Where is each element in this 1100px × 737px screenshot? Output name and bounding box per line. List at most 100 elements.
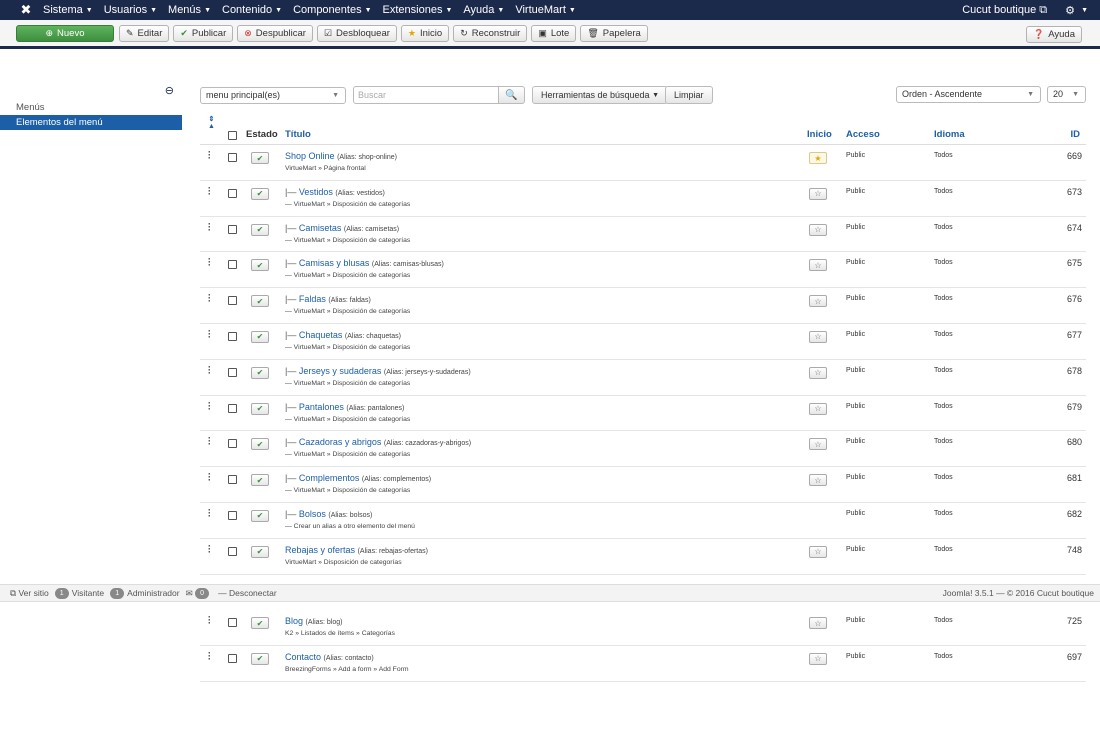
- edit-button[interactable]: ✎ Editar: [119, 24, 170, 42]
- rebuild-button[interactable]: ↻ Reconstruir: [453, 24, 528, 42]
- search-input[interactable]: [353, 86, 499, 104]
- header-id[interactable]: ID: [1071, 129, 1081, 140]
- nav-menu-item[interactable]: Ayuda ▼: [463, 4, 504, 16]
- row-checkbox[interactable]: [228, 403, 237, 413]
- drag-handle-icon[interactable]: · · ·: [208, 470, 211, 485]
- set-home-star-icon[interactable]: ☆: [809, 366, 827, 379]
- published-status-button[interactable]: ✔: [251, 438, 269, 451]
- menu-select[interactable]: menu principal(es) ▼: [200, 87, 346, 104]
- row-checkbox[interactable]: [228, 439, 237, 449]
- header-access[interactable]: Acceso: [846, 129, 880, 140]
- row-checkbox[interactable]: [228, 475, 237, 485]
- item-title-link[interactable]: Chaquetas: [299, 330, 343, 340]
- row-checkbox[interactable]: [228, 260, 237, 270]
- order-select[interactable]: Orden - Ascendente ▼: [896, 86, 1041, 103]
- drag-handle-icon[interactable]: · · ·: [208, 505, 211, 520]
- drag-handle-icon[interactable]: · · ·: [208, 183, 211, 198]
- item-title-link[interactable]: Shop Online: [285, 151, 335, 161]
- messages-link[interactable]: ✉ 0: [186, 587, 213, 599]
- publish-button[interactable]: ✔ Publicar: [173, 24, 234, 42]
- logout-link[interactable]: — Desconectar: [218, 588, 277, 598]
- published-status-button[interactable]: ✔: [251, 509, 269, 522]
- drag-handle-icon[interactable]: · · ·: [208, 148, 211, 163]
- published-status-button[interactable]: ✔: [251, 545, 269, 558]
- item-title-link[interactable]: Camisas y blusas: [299, 258, 370, 268]
- row-checkbox[interactable]: [228, 653, 237, 663]
- published-status-button[interactable]: ✔: [251, 259, 269, 272]
- published-status-button[interactable]: ✔: [251, 330, 269, 343]
- published-status-button[interactable]: ✔: [251, 617, 269, 629]
- row-checkbox[interactable]: [228, 331, 237, 341]
- nav-menu-item[interactable]: Sistema ▼: [43, 4, 93, 16]
- drag-handle-icon[interactable]: · · ·: [208, 362, 211, 377]
- drag-handle-icon[interactable]: · · ·: [208, 398, 211, 413]
- view-site-link[interactable]: ⧉ Ver sitio: [10, 588, 49, 599]
- nav-menu-item[interactable]: Usuarios ▼: [104, 4, 157, 16]
- row-checkbox[interactable]: [228, 618, 237, 627]
- published-status-button[interactable]: ✔: [251, 187, 269, 200]
- site-name-link[interactable]: Cucut boutique ⧉: [962, 4, 1047, 17]
- joomla-logo-icon[interactable]: ✖: [15, 2, 37, 18]
- limit-select[interactable]: 20 ▼: [1047, 86, 1086, 103]
- set-home-star-icon[interactable]: ☆: [809, 402, 827, 415]
- item-title-link[interactable]: Vestidos: [299, 187, 333, 197]
- drag-handle-icon[interactable]: · · ·: [208, 648, 211, 663]
- header-language[interactable]: Idioma: [934, 129, 965, 140]
- set-home-star-icon[interactable]: ☆: [809, 295, 827, 308]
- drag-handle-icon[interactable]: · · ·: [208, 291, 211, 306]
- default-home-star-icon[interactable]: ★: [809, 152, 827, 164]
- published-status-button[interactable]: ✔: [251, 223, 269, 236]
- set-home-star-icon[interactable]: ☆: [809, 259, 827, 272]
- set-home-star-icon[interactable]: ☆: [809, 438, 827, 451]
- drag-handle-icon[interactable]: · · ·: [208, 326, 211, 341]
- search-tools-button[interactable]: Herramientas de búsqueda ▼: [532, 86, 669, 104]
- item-title-link[interactable]: Pantalones: [299, 402, 344, 412]
- row-checkbox[interactable]: [228, 546, 237, 556]
- row-checkbox[interactable]: [228, 188, 237, 198]
- nav-menu-item[interactable]: Componentes ▼: [293, 4, 371, 16]
- check-all-checkbox[interactable]: [228, 131, 237, 140]
- item-title-link[interactable]: Cazadoras y abrigos: [299, 437, 382, 447]
- item-title-link[interactable]: Camisetas: [299, 223, 342, 233]
- row-checkbox[interactable]: [228, 367, 237, 377]
- search-button[interactable]: 🔍: [498, 86, 525, 104]
- nav-menu-item[interactable]: VirtueMart ▼: [515, 4, 575, 16]
- set-home-star-icon[interactable]: ☆: [809, 187, 827, 200]
- published-status-button[interactable]: ✔: [251, 402, 269, 415]
- published-status-button[interactable]: ✔: [251, 652, 269, 665]
- new-button[interactable]: ⊕ Nuevo: [16, 24, 114, 42]
- set-home-star-icon[interactable]: ☆: [809, 652, 827, 665]
- item-title-link[interactable]: Complementos: [299, 473, 360, 483]
- item-title-link[interactable]: Bolsos: [299, 509, 326, 519]
- item-title-link[interactable]: Blog: [285, 616, 303, 626]
- row-checkbox[interactable]: [228, 296, 237, 306]
- set-home-star-icon[interactable]: ☆: [809, 617, 827, 629]
- published-status-button[interactable]: ✔: [251, 366, 269, 379]
- nav-menu-item[interactable]: Menús ▼: [168, 4, 211, 16]
- drag-handle-icon[interactable]: · · ·: [208, 219, 211, 234]
- drag-handle-icon[interactable]: · · ·: [208, 255, 211, 270]
- header-status[interactable]: Estado: [246, 129, 278, 140]
- collapse-sidebar-icon[interactable]: ⊖: [165, 84, 174, 97]
- published-status-button[interactable]: ✔: [251, 152, 269, 164]
- published-status-button[interactable]: ✔: [251, 474, 269, 487]
- set-home-star-icon[interactable]: ☆: [809, 474, 827, 487]
- nav-menu-item[interactable]: Contenido ▼: [222, 4, 282, 16]
- unpublish-button[interactable]: ⊗ Despublicar: [237, 24, 313, 42]
- gear-icon[interactable]: ⚙ ▼: [1065, 4, 1088, 17]
- row-checkbox[interactable]: [228, 224, 237, 234]
- clear-button[interactable]: Limpiar: [665, 86, 713, 104]
- trash-button[interactable]: 🗑 Papelera: [580, 24, 648, 42]
- header-title[interactable]: Título: [285, 129, 311, 140]
- nav-menu-item[interactable]: Extensiones ▼: [383, 4, 453, 16]
- header-home[interactable]: Inicio: [807, 129, 832, 140]
- batch-button[interactable]: ▣ Lote: [531, 24, 577, 42]
- drag-handle-icon[interactable]: · · ·: [208, 434, 211, 449]
- help-button[interactable]: ❓ Ayuda: [1026, 26, 1082, 43]
- ordering-sort-icon[interactable]: ⇕ ▲: [208, 116, 215, 130]
- item-title-link[interactable]: Faldas: [299, 294, 326, 304]
- row-checkbox[interactable]: [228, 510, 237, 520]
- drag-handle-icon[interactable]: · · ·: [208, 613, 211, 628]
- sidebar-item-menus[interactable]: Menús: [0, 100, 182, 115]
- drag-handle-icon[interactable]: · · ·: [208, 541, 211, 556]
